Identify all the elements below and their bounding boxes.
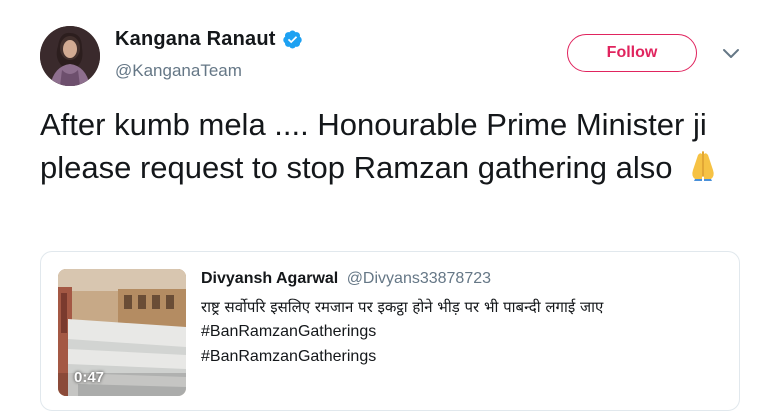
quoted-tweet-text: राष्ट्र सर्वोपरि इसलिए रमजान पर इकट्ठा ह… xyxy=(201,298,604,316)
chevron-down-icon[interactable] xyxy=(722,48,740,60)
quoted-hashtag[interactable]: #BanRamzanGatherings xyxy=(201,348,376,366)
tweet-body: After kumb mela .... Honourable Prime Mi… xyxy=(40,107,707,185)
tweet-text: After kumb mela .... Honourable Prime Mi… xyxy=(40,104,740,189)
quoted-author-name[interactable]: Divyansh Agarwal xyxy=(201,270,338,287)
video-duration: 0:47 xyxy=(74,369,105,386)
quoted-tweet-card[interactable]: 0:47 Divyansh Agarwal @Divyans33878723 र… xyxy=(40,251,740,411)
folded-hands-icon xyxy=(692,151,714,181)
author-name-row: Kangana Ranaut xyxy=(115,28,303,51)
tweet-card: Kangana Ranaut @KanganaTeam Follow After… xyxy=(0,0,765,417)
quoted-tweet-header: Divyansh Agarwal @Divyans33878723 xyxy=(201,270,491,288)
author-display-name[interactable]: Kangana Ranaut xyxy=(115,28,276,51)
verified-badge-icon xyxy=(282,30,302,49)
quoted-hashtag[interactable]: #BanRamzanGatherings xyxy=(201,323,376,341)
quoted-author-handle[interactable]: @Divyans33878723 xyxy=(347,270,491,287)
avatar[interactable] xyxy=(40,26,100,86)
follow-button[interactable]: Follow xyxy=(567,34,697,72)
video-thumbnail[interactable]: 0:47 xyxy=(58,269,186,396)
author-handle[interactable]: @KanganaTeam xyxy=(115,61,242,81)
